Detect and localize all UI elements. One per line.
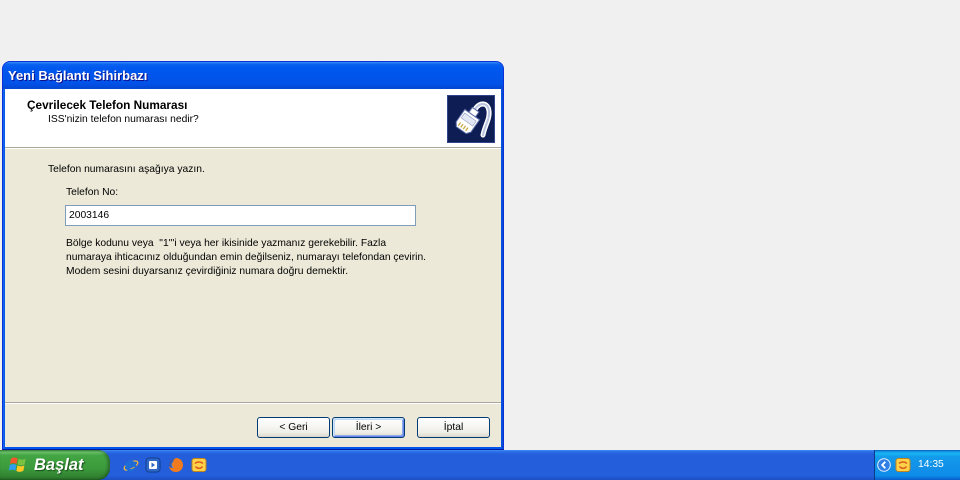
clock[interactable]: 14:35: [918, 459, 944, 471]
wizard-header: Çevrilecek Telefon Numarası ISS'nizin te…: [5, 89, 501, 147]
help-text-line: numaraya ihticacınız olduğundan emin değ…: [66, 252, 427, 263]
phone-plug-icon: [447, 95, 495, 143]
wizard-window: Yeni Bağlantı Sihirbazı Çevrilecek Telef…: [2, 61, 504, 450]
help-text: Bölge kodunu veya "1"'i veya her ikisini…: [66, 237, 426, 279]
wizard-client: Çevrilecek Telefon Numarası ISS'nizin te…: [5, 89, 501, 447]
phone-number-input[interactable]: [65, 205, 416, 226]
page-title: Çevrilecek Telefon Numarası: [27, 98, 188, 112]
yellow-app-icon[interactable]: [895, 457, 911, 473]
help-text-line: Bölge kodunu veya "1"'i veya her ikisini…: [66, 238, 387, 249]
help-text-line: Modem sesini duyarsanız çevirdiğiniz num…: [66, 266, 349, 277]
next-button[interactable]: İleri >: [332, 417, 405, 438]
window-title: Yeni Bağlantı Sihirbazı: [8, 68, 148, 83]
chevron-left-icon[interactable]: [877, 458, 891, 472]
system-tray: 14:35: [874, 450, 960, 480]
firefox-icon[interactable]: [168, 457, 184, 473]
header-divider: [5, 147, 501, 149]
taskbar: Başlat 14:35: [0, 450, 960, 480]
cancel-button[interactable]: İptal: [417, 417, 490, 438]
internet-explorer-icon[interactable]: [123, 457, 139, 473]
windows-logo-icon: [8, 457, 26, 472]
phone-number-label: Telefon No:: [66, 187, 119, 198]
page-subtitle: ISS'nizin telefon numarası nedir?: [48, 114, 199, 125]
title-bar[interactable]: Yeni Bağlantı Sihirbazı: [3, 62, 503, 89]
back-button[interactable]: < Geri: [257, 417, 330, 438]
instruction-text: Telefon numarasını aşağıya yazın.: [48, 164, 205, 175]
media-player-icon[interactable]: [145, 457, 161, 473]
start-button[interactable]: Başlat: [0, 450, 110, 480]
footer-divider: [5, 402, 501, 404]
start-label: Başlat: [34, 456, 84, 474]
desktop: { "window": { "title": "Yeni Bağlantı Si…: [0, 0, 960, 480]
yellow-app-icon[interactable]: [191, 457, 207, 473]
